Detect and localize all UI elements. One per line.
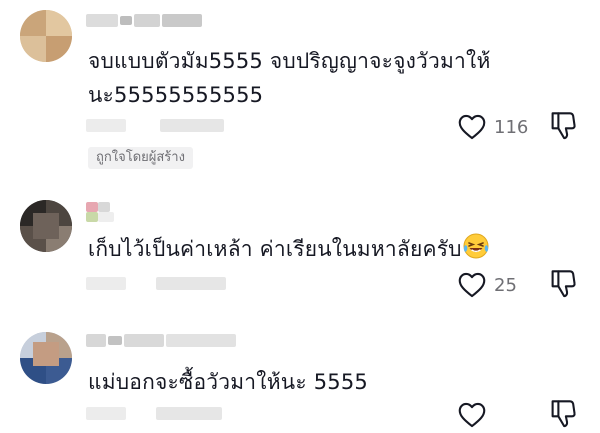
comment-item: จบแบบตัวมัม5555 จบปริญญาจะจูงวัวมาให้นะ5… [0,0,600,180]
avatar[interactable] [20,200,72,252]
comment-text: เก็บไว้เป็นค่าเหล้า ค่าเรียนในมหาลัยครับ [88,232,548,270]
comment-text-body: เก็บไว้เป็นค่าเหล้า ค่าเรียนในมหาลัยครับ [88,237,462,261]
heart-outline-icon [458,114,486,140]
comment-meta-blurred[interactable] [86,407,246,421]
laughing-tears-emoji [462,232,490,270]
comment-item: แม่บอกจะซื้อวัวมาให้นะ 5555 [0,310,600,433]
username-blurred[interactable] [86,202,126,222]
heart-outline-icon [458,272,486,298]
comment-meta-blurred[interactable] [86,119,246,133]
like-count: 116 [494,116,529,138]
avatar[interactable] [20,10,72,62]
like-button[interactable]: 25 [458,269,517,301]
thumbs-down-icon[interactable] [549,399,577,429]
avatar[interactable] [20,332,72,384]
like-count: 25 [494,274,517,296]
like-button[interactable]: 116 [458,111,528,143]
thumbs-down-icon[interactable] [549,111,577,141]
username-blurred[interactable] [86,334,246,348]
liked-by-creator-badge: ถูกใจโดยผู้สร้าง [88,147,193,169]
heart-outline-icon [458,402,486,428]
comment-meta-blurred[interactable] [86,277,246,291]
username-blurred[interactable] [86,14,206,28]
comment-text: แม่บอกจะซื้อวัวมาให้นะ 5555 [88,370,368,394]
thumbs-down-icon[interactable] [549,269,577,299]
like-button[interactable] [458,399,494,431]
comment-text: จบแบบตัวมัม5555 จบปริญญาจะจูงวัวมาให้นะ5… [88,49,491,107]
comment-item: เก็บไว้เป็นค่าเหล้า ค่าเรียนในมหาลัยครับ… [0,180,600,310]
